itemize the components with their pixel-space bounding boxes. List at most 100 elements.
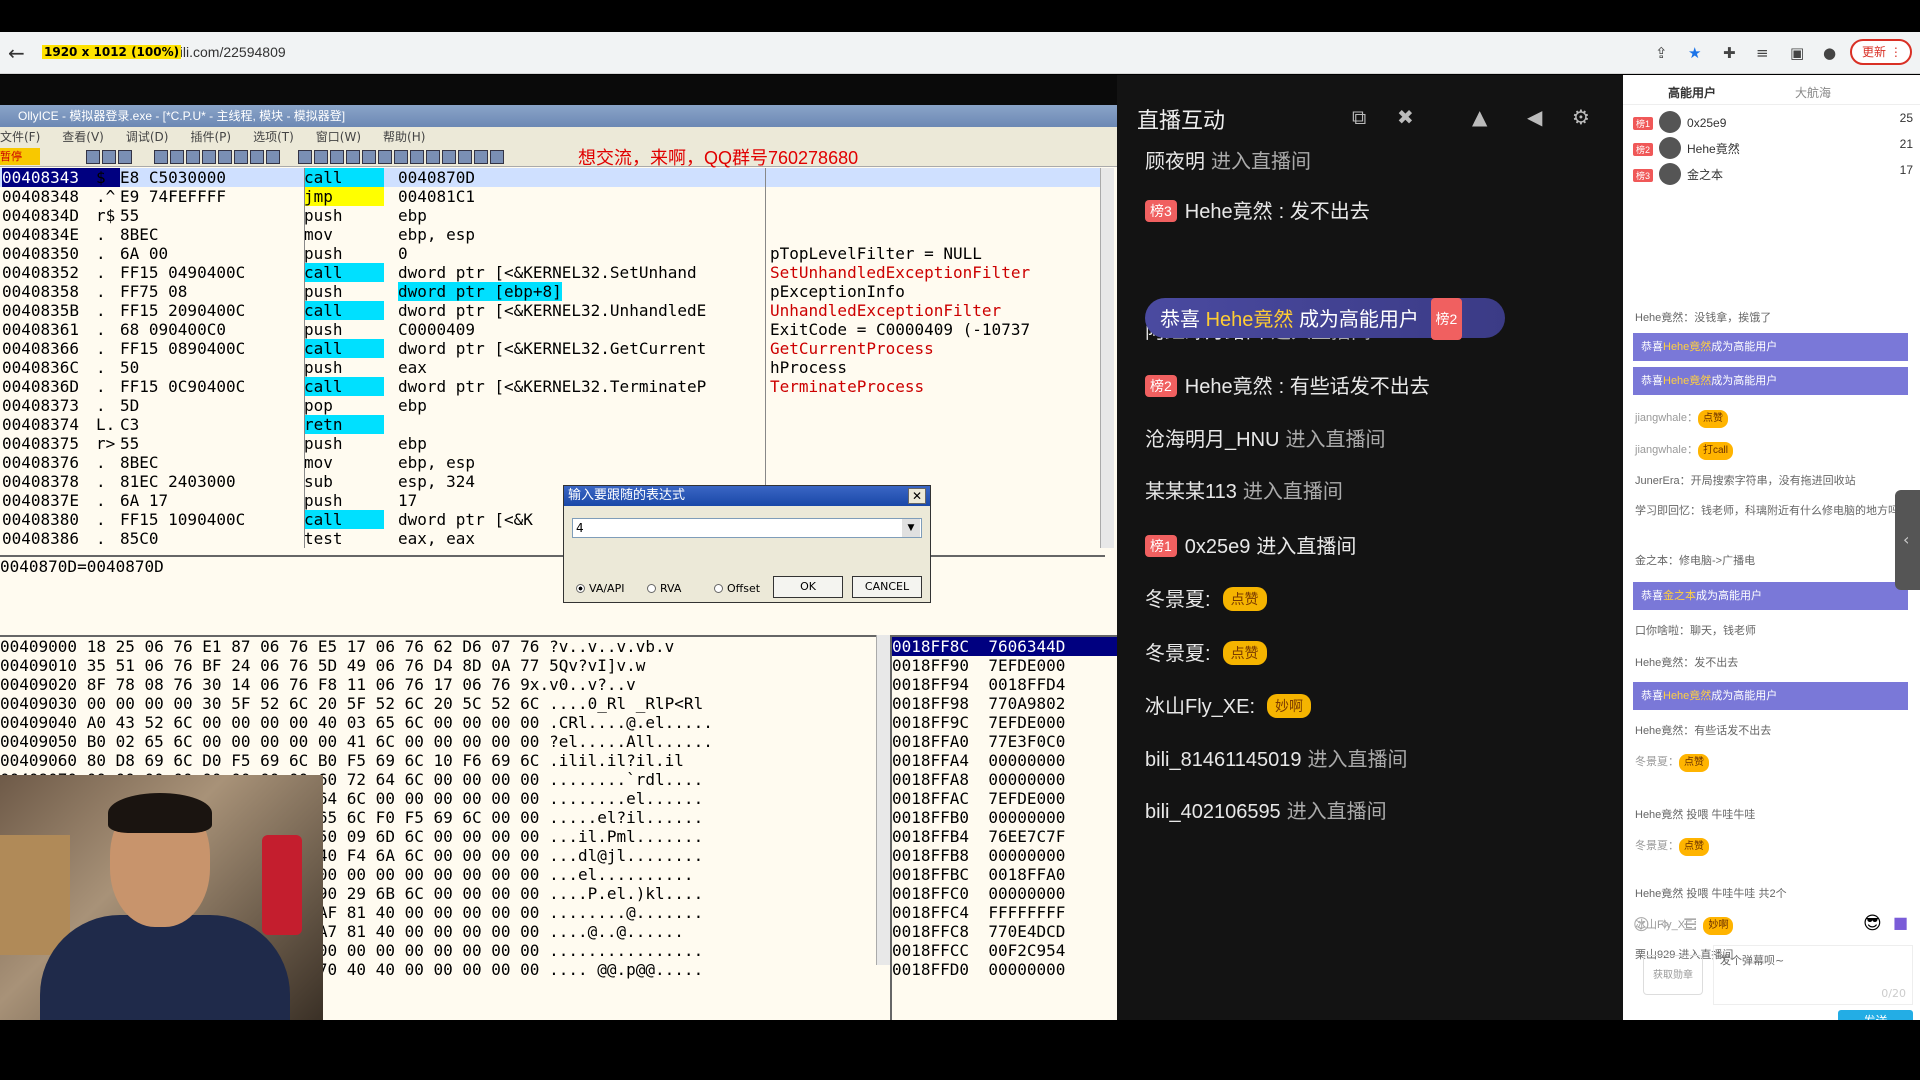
menu-item-4[interactable]: 选项(T) xyxy=(253,130,294,144)
r-window-icon[interactable] xyxy=(458,150,473,164)
disasm-row[interactable]: 0040836D. FF15 0C90400C call dword ptr [<&K… xyxy=(0,377,1105,396)
dump-row[interactable]: 00409050 B0 02 65 6C 00 00 00 00 00 41 6… xyxy=(0,732,880,751)
h-window-icon[interactable] xyxy=(378,150,393,164)
stack-pane[interactable]: 0018FF8C 7606344D 0018FF90 7EFDE000 0018FF… xyxy=(890,635,1117,1020)
mute-icon[interactable]: ✖ xyxy=(1397,105,1414,129)
settings-gear-icon[interactable]: ⚙ xyxy=(1572,105,1590,129)
stack-row[interactable]: 0018FF90 7EFDE000 xyxy=(892,656,1117,675)
close-icon[interactable] xyxy=(118,150,133,164)
disasm-row[interactable]: 00408386. 85C0 test eax, eax xyxy=(0,529,1105,548)
disasm-row[interactable]: 0040835B. FF15 2090400C call dword ptr [<&K… xyxy=(0,301,1105,320)
stack-row[interactable]: 0018FFB0 00000000 xyxy=(892,808,1117,827)
disasm-row[interactable]: 00408378. 81EC 2403000 sub esp, 324 xyxy=(0,472,1105,491)
stack-row[interactable]: 0018FF8C 7606344D xyxy=(892,637,1117,656)
b-window-icon[interactable] xyxy=(442,150,457,164)
share-icon[interactable]: ⇪ xyxy=(1655,44,1668,62)
pip-icon[interactable]: ⧉ xyxy=(1352,105,1366,129)
dialog-close-button[interactable]: ✕ xyxy=(908,488,926,504)
slash-window-icon[interactable] xyxy=(410,150,425,164)
disassembly-pane[interactable]: 00408343 $ E8 C5030000 call 0040870D 00408348… xyxy=(0,168,1105,548)
danmu-input[interactable]: 发个弹幕呗~ 0/20 xyxy=(1713,945,1913,1005)
dump-scrollbar[interactable] xyxy=(876,635,890,965)
s-window-icon[interactable] xyxy=(490,150,505,164)
trace-into-icon[interactable] xyxy=(218,150,233,164)
profile-icon[interactable]: ● xyxy=(1823,44,1836,62)
gift-icon[interactable]: ✧ xyxy=(1658,915,1671,934)
star-icon[interactable]: ★ xyxy=(1688,44,1701,62)
stack-row[interactable]: 0018FFCC 00F2C954 xyxy=(892,941,1117,960)
disasm-row[interactable]: 00408373. 5D pop ebp xyxy=(0,396,1105,415)
m-window-icon[interactable] xyxy=(330,150,345,164)
radio-offset[interactable]: Offset xyxy=(714,582,760,595)
pause-icon[interactable] xyxy=(170,150,185,164)
menu-item-1[interactable]: 查看(V) xyxy=(62,130,104,144)
disasm-row[interactable]: 00408352. FF15 0490400C call dword ptr [<&K… xyxy=(0,263,1105,282)
stack-row[interactable]: 0018FF9C 7EFDE000 xyxy=(892,713,1117,732)
emoji-icon[interactable]: ☺ xyxy=(1633,915,1650,934)
disasm-row[interactable]: 0040834D r$ 55 push ebp xyxy=(0,206,1105,225)
disasm-row[interactable]: 00408350. 6A 00 push 0 pTopLevelFilter = NUL… xyxy=(0,244,1105,263)
dump-row[interactable]: 00409060 80 D8 69 6C D0 F5 69 6C B0 F5 6… xyxy=(0,751,880,770)
run-icon[interactable] xyxy=(154,150,169,164)
disasm-row[interactable]: 00408366. FF15 0890400C call dword ptr [<&K… xyxy=(0,339,1105,358)
disasm-row[interactable]: 00408375 r> 55 push ebp xyxy=(0,434,1105,453)
rewind-icon[interactable] xyxy=(102,150,117,164)
menu-item-6[interactable]: 帮助(H) xyxy=(383,130,425,144)
back-arrow-icon[interactable]: ← xyxy=(8,41,25,65)
radio-rva[interactable]: RVA xyxy=(647,582,681,595)
disasm-row[interactable]: 00408361. 68 090400C0 push C0000409 ExitCode… xyxy=(0,320,1105,339)
dropdown-arrow-icon[interactable]: ▼ xyxy=(902,519,920,537)
radio-va-api[interactable]: VA/API xyxy=(576,582,624,595)
stack-row[interactable]: 0018FFA0 77E3F0C0 xyxy=(892,732,1117,751)
settings-icon[interactable]: ☰ xyxy=(1683,915,1697,934)
expression-input[interactable]: 4 xyxy=(572,518,922,538)
trace-over-icon[interactable] xyxy=(234,150,249,164)
c-window-icon[interactable] xyxy=(394,150,409,164)
e-window-icon[interactable] xyxy=(314,150,329,164)
disasm-row[interactable]: 00408380. FF15 1090400C call dword ptr [<&K… xyxy=(0,510,1105,529)
t-window-icon[interactable] xyxy=(346,150,361,164)
user-row[interactable]: 榜3 金之本 17 xyxy=(1633,163,1913,193)
step-over-icon[interactable] xyxy=(202,150,217,164)
stack-row[interactable]: 0018FFC4 FFFFFFFF xyxy=(892,903,1117,922)
disasm-row[interactable]: 00408376. 8BEC mov ebp, esp xyxy=(0,453,1105,472)
disasm-row[interactable]: 0040834E. 8BEC mov ebp, esp xyxy=(0,225,1105,244)
menu-item-3[interactable]: 插件(P) xyxy=(190,130,231,144)
cancel-button[interactable]: CANCEL xyxy=(852,576,922,598)
ok-button[interactable]: OK xyxy=(773,576,843,598)
stack-row[interactable]: 0018FFBC 0018FFA0 xyxy=(892,865,1117,884)
stack-row[interactable]: 0018FF94 0018FFD4 xyxy=(892,675,1117,694)
menu-item-2[interactable]: 调试(D) xyxy=(126,130,169,144)
lock-icon[interactable]: ▲ xyxy=(1472,105,1487,129)
update-button[interactable]: 更新 ⋮ xyxy=(1850,39,1912,65)
volume-icon[interactable]: ◀ xyxy=(1527,105,1542,129)
dump-row[interactable]: 00409040 A0 43 52 6C 00 00 00 00 40 03 6… xyxy=(0,713,880,732)
dump-row[interactable]: 00409010 35 51 06 76 BF 24 06 76 5D 49 0… xyxy=(0,656,880,675)
disasm-row[interactable]: 0040836C. 50 push eax hProcess xyxy=(0,358,1105,377)
tab-fleet[interactable]: 大航海 xyxy=(1795,84,1831,101)
disasm-row[interactable]: 00408348 .^ E9 74FEFFFF jmp 004081C1 xyxy=(0,187,1105,206)
disasm-row[interactable]: 00408343 $ E8 C5030000 call 0040870D xyxy=(0,168,1105,187)
dump-row[interactable]: 00409020 8F 78 08 76 30 14 06 76 F8 11 0… xyxy=(0,675,880,694)
k-window-icon[interactable] xyxy=(426,150,441,164)
message-icon[interactable]: ■ xyxy=(1893,913,1908,932)
dots-window-icon[interactable] xyxy=(474,150,489,164)
menu-item-5[interactable]: 窗口(W) xyxy=(316,130,361,144)
menu-item-0[interactable]: 文件(F) xyxy=(0,130,40,144)
stack-row[interactable]: 0018FFA4 00000000 xyxy=(892,751,1117,770)
disasm-row[interactable]: 00408374 L. C3 retn xyxy=(0,415,1105,434)
disasm-row[interactable]: 0040837E. 6A 17 push 17 xyxy=(0,491,1105,510)
disasm-scrollbar[interactable] xyxy=(1100,168,1114,548)
stack-row[interactable]: 0018FFD0 00000000 xyxy=(892,960,1117,979)
goto-icon[interactable] xyxy=(266,150,281,164)
sunglasses-emoji-icon[interactable]: 😎 xyxy=(1863,913,1882,934)
dump-row[interactable]: 00409030 00 00 00 00 30 5F 52 6C 20 5F 5… xyxy=(0,694,880,713)
execute-till-return-icon[interactable] xyxy=(250,150,265,164)
stack-row[interactable]: 0018FFB8 00000000 xyxy=(892,846,1117,865)
open-icon[interactable] xyxy=(86,150,101,164)
stack-row[interactable]: 0018FFC0 00000000 xyxy=(892,884,1117,903)
step-into-icon[interactable] xyxy=(186,150,201,164)
sidepanel-icon[interactable]: ▣ xyxy=(1790,44,1804,62)
disasm-row[interactable]: 00408358. FF75 08 push dword ptr [ebp+8] pEx… xyxy=(0,282,1105,301)
w-window-icon[interactable] xyxy=(362,150,377,164)
